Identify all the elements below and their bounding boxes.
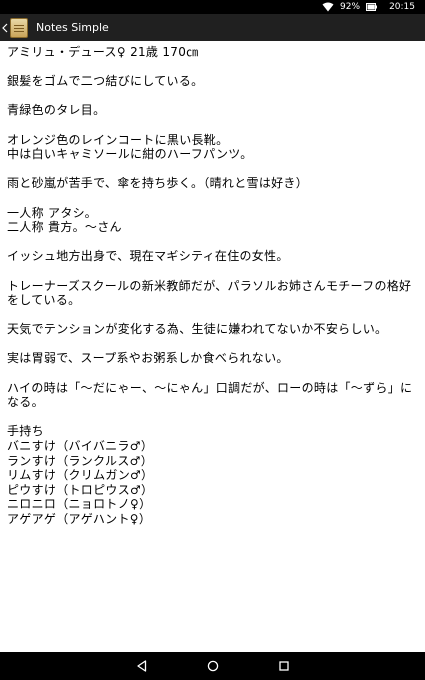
notes-app-icon[interactable] bbox=[10, 17, 28, 38]
app-bar: Notes Simple bbox=[0, 14, 425, 41]
battery-icon bbox=[366, 3, 378, 11]
square-recents-icon bbox=[278, 661, 289, 671]
circle-home-icon bbox=[207, 660, 218, 672]
battery-percent: 92% bbox=[340, 2, 361, 12]
wifi-icon bbox=[322, 2, 334, 12]
nav-home-button[interactable] bbox=[205, 658, 221, 674]
nav-back-button[interactable] bbox=[134, 658, 150, 674]
status-bar: 92% 20:15 bbox=[0, 0, 425, 14]
clock: 20:15 bbox=[389, 2, 415, 12]
back-button[interactable] bbox=[1, 14, 9, 41]
app-title: Notes Simple bbox=[36, 21, 109, 34]
back-chevron-icon bbox=[2, 23, 8, 32]
nav-recents-button[interactable] bbox=[276, 658, 292, 674]
note-text-area[interactable]: アミリュ・デュース♀ 21歳 170㎝ 銀髪をゴムで二つ結びにしている。 青緑色… bbox=[7, 45, 415, 645]
triangle-back-icon bbox=[136, 660, 146, 672]
navigation-bar bbox=[0, 652, 425, 680]
